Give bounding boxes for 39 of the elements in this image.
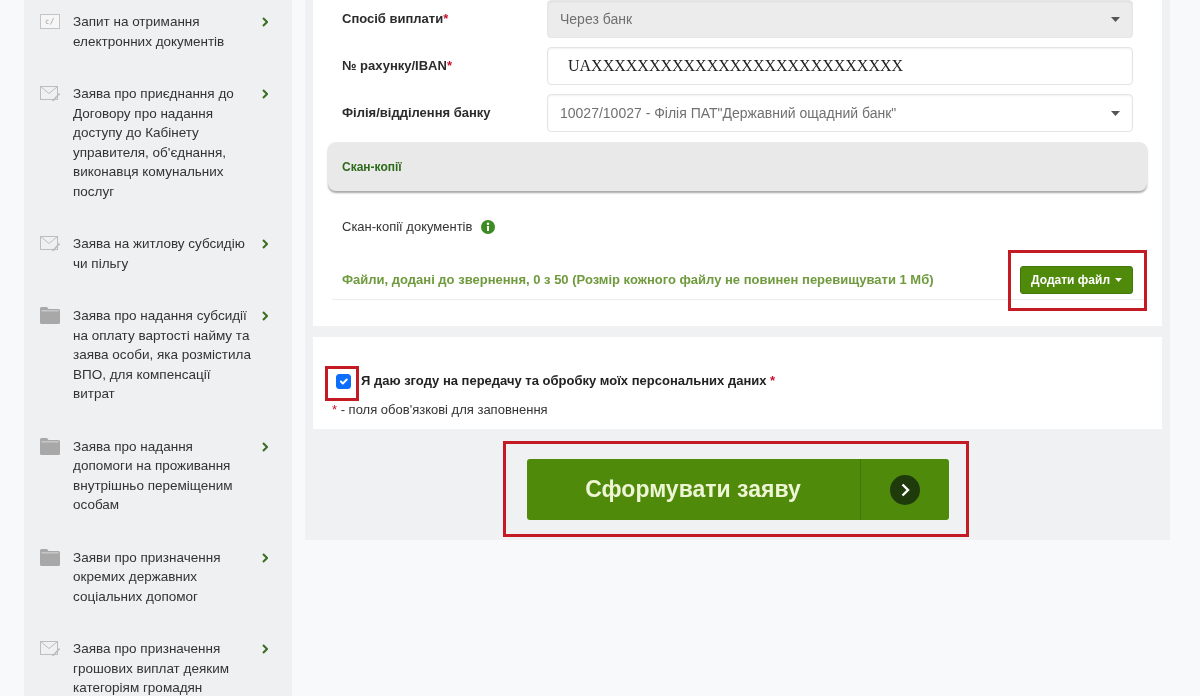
files-note: Файли, додані до звернення, 0 з 50 (Розмір кожного файлу не повинен перевищувати 1 Мб)	[342, 271, 934, 290]
sidebar-item[interactable]: Заява про надання допомоги на проживання внутрішньо переміщеним особам	[24, 436, 284, 515]
select-field[interactable]: 10027/10027 - Філія ПАТ"Державний ощадний банк"	[547, 94, 1133, 132]
scan-copies-label: Скан-копії документів	[342, 218, 473, 236]
chevron-right-icon	[262, 239, 268, 249]
sidebar-item[interactable]: Заява про приєднання до Договору про надання доступу до Кабінету управителя, об'єднання, виконавця комунальних послуг	[24, 84, 284, 201]
caret-down-icon	[1115, 278, 1122, 282]
submit-button[interactable]: Сформувати заяву	[526, 459, 949, 520]
chevron-circle-icon	[889, 474, 920, 505]
sidebar-item[interactable]: Запит на отримання електронних документів	[24, 12, 284, 51]
chevron-right-icon	[262, 552, 268, 563]
envelope-icon	[40, 235, 60, 252]
field-label: Філія/відділення банку	[342, 104, 492, 123]
chevron-right-icon	[262, 89, 268, 99]
document-icon	[40, 13, 60, 30]
chevron-right-icon	[262, 441, 268, 452]
add-file-button[interactable]: Додати файл	[1020, 266, 1133, 294]
field-label: № рахунку/IBAN*	[342, 57, 453, 76]
consent-checkbox[interactable]	[336, 373, 351, 389]
sidebar-item[interactable]: Заява на житлову субсидію чи пільгу	[24, 234, 284, 273]
envelope-icon	[40, 85, 60, 102]
caret-down-icon	[1111, 16, 1120, 22]
info-icon[interactable]	[481, 220, 496, 234]
sidebar-item[interactable]: Заява про надання субсидії на оплату вартості найму та заява особи, яка розмістила ВПО, для компенсації витрат	[24, 306, 284, 404]
text-input[interactable]: UAXXXXXXXXXXXXXXXXXXXXXXXXXXX	[547, 47, 1133, 85]
folder-icon	[40, 548, 60, 566]
chevron-right-icon	[262, 644, 268, 654]
caret-down-icon	[1111, 110, 1120, 116]
sidebar-item[interactable]: Заяви про призначення окремих державних соціальних допомог	[24, 547, 284, 606]
chevron-right-icon	[262, 17, 268, 27]
section-title: Скан-копії	[342, 160, 402, 174]
sidebar-item[interactable]: Заява про призначення грошових виплат деяким категоріям громадян	[24, 639, 284, 696]
field-label: Спосіб виплати*	[342, 10, 450, 29]
consent-label: Я даю згоду на передачу та обробку моїх персональних даних *	[361, 372, 776, 390]
envelope-icon	[40, 640, 60, 657]
required-note: * - поля обов'язкові для заповнення	[332, 401, 549, 419]
folder-icon	[40, 437, 60, 455]
chevron-right-icon	[262, 311, 268, 321]
folder-icon	[40, 307, 60, 324]
